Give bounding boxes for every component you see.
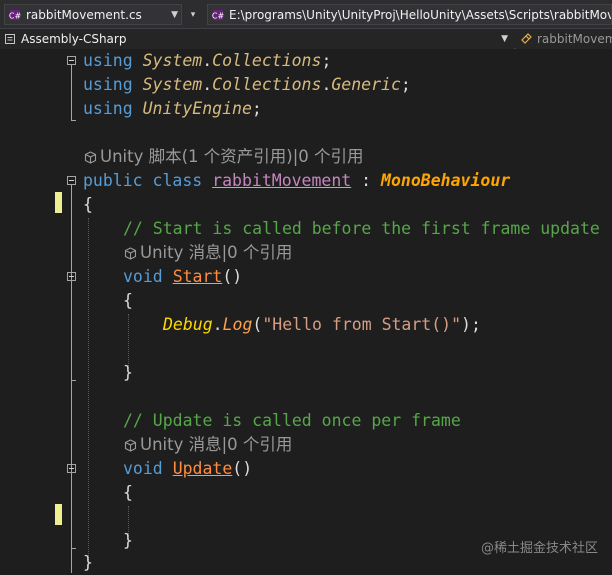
file-dropdown-label: rabbitMovement.cs	[26, 7, 142, 22]
collapse-icon[interactable]	[67, 464, 76, 473]
chevron-down-icon: ▼	[171, 9, 178, 20]
unity-cube-icon	[124, 438, 137, 452]
code-line: using System.Collections.Generic;	[83, 75, 411, 94]
codelens-update[interactable]: Unity 消息|0 个引用	[124, 433, 292, 457]
code-line: public class rabbitMovement : MonoBehavi…	[83, 171, 511, 190]
code-line: // Start is called before the first fram…	[123, 219, 600, 238]
collapse-icon[interactable]	[67, 272, 76, 281]
code-line: }	[123, 363, 133, 382]
csharp-file-icon: C#	[9, 9, 21, 21]
outline-guide	[71, 185, 72, 573]
code-line: using System.Collections;	[83, 51, 332, 70]
unity-cube-icon	[124, 246, 137, 260]
code-line: void Start()	[123, 267, 243, 286]
outline-guide	[71, 65, 72, 121]
path-dropdown-label: E:\programs\Unity\UnityProj\HelloUnity\A…	[229, 7, 611, 22]
watermark: @稀土掘金技术社区	[480, 541, 598, 556]
code-line: {	[123, 291, 133, 310]
member-dropdown-label: rabbitMovement	[537, 32, 612, 46]
change-marker	[55, 504, 62, 525]
codelens-start[interactable]: Unity 消息|0 个引用	[124, 241, 292, 265]
collapse-icon[interactable]	[67, 56, 76, 65]
project-dropdown[interactable]: Assembly-CSharp ▼	[0, 29, 514, 49]
project-dropdown-label: Assembly-CSharp	[21, 32, 127, 46]
collapse-icon[interactable]	[67, 176, 76, 185]
code-line: void Update()	[123, 459, 253, 478]
file-dropdown[interactable]: C# rabbitMovement.cs ▼	[4, 4, 182, 25]
indent-guide	[128, 314, 129, 368]
code-line: using UnityEngine;	[83, 99, 262, 118]
outline-guide	[71, 120, 76, 121]
unity-cube-icon	[84, 150, 97, 164]
document-toolbar: C# rabbitMovement.cs ▼ ▾ C# E:\programs\…	[0, 0, 612, 29]
outline-guide	[71, 380, 76, 381]
code-line: {	[123, 483, 133, 502]
member-dropdown[interactable]: rabbitMovement	[516, 29, 612, 49]
code-line: // Update is called once per frame	[123, 411, 461, 430]
indent-guide	[88, 218, 89, 568]
code-line: Debug.Log("Hello from Start()");	[163, 315, 481, 334]
change-marker	[55, 192, 62, 213]
project-icon	[4, 33, 16, 45]
code-editor[interactable]: using System.Collections; using System.C…	[0, 50, 612, 573]
codelens-class[interactable]: Unity 脚本(1 个资产引用)|0 个引用	[84, 145, 364, 169]
class-icon	[520, 33, 532, 45]
split-button[interactable]: ▾	[186, 0, 200, 29]
svg-text:C#: C#	[9, 11, 21, 20]
code-line: {	[83, 195, 93, 214]
svg-text:C#: C#	[212, 11, 224, 20]
chevron-down-icon: ▼	[501, 34, 508, 44]
outline-guide	[71, 548, 76, 549]
code-line: }	[83, 553, 93, 572]
path-dropdown[interactable]: C# E:\programs\Unity\UnityProj\HelloUnit…	[207, 4, 612, 25]
navigation-bar: Assembly-CSharp ▼ rabbitMovement	[0, 29, 612, 49]
csharp-file-icon: C#	[212, 9, 224, 21]
code-line: }	[123, 531, 133, 550]
